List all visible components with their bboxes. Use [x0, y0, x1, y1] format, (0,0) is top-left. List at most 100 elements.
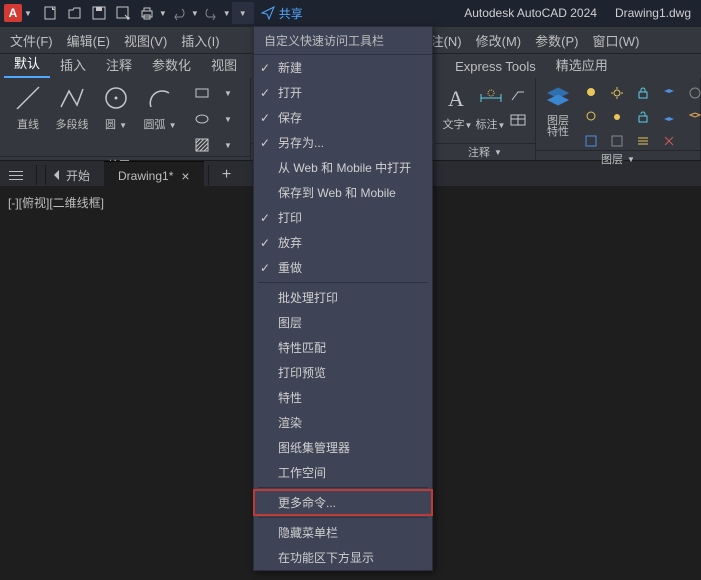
qat-saveas-icon[interactable]	[112, 2, 134, 24]
filetab-start[interactable]: 开始	[50, 161, 104, 189]
btn-draw-more2[interactable]: ▼	[217, 108, 239, 130]
menu-item[interactable]: 隐藏菜单栏	[254, 520, 432, 545]
menu-view[interactable]: 视图(V)	[124, 31, 167, 50]
layer-isolate-icon[interactable]	[580, 130, 602, 152]
layer-delete-icon[interactable]	[658, 130, 680, 152]
btn-arc-label: 圆弧 ▼	[144, 116, 177, 132]
qat-redo-icon[interactable]	[200, 2, 222, 24]
title-bar: A ▼ ▼ ▼ ▼ ▼ 共享 Autodesk AutoCAD 2024 Dra…	[0, 0, 701, 26]
filetab-menu-icon[interactable]	[0, 161, 32, 189]
menu-item[interactable]: 更多命令...	[254, 490, 432, 515]
filetab-add[interactable]: +	[213, 161, 241, 189]
redo-caret-icon[interactable]: ▼	[223, 9, 231, 18]
qat-save-icon[interactable]	[88, 2, 110, 24]
menu-item[interactable]: 图纸集管理器	[254, 435, 432, 460]
close-icon[interactable]: ×	[181, 168, 189, 184]
menu-item[interactable]: 打开	[254, 80, 432, 105]
layer-match-icon[interactable]	[658, 106, 680, 128]
rectangle-icon[interactable]	[191, 82, 213, 104]
layer-unisolate-icon[interactable]	[606, 130, 628, 152]
menu-separator	[258, 487, 428, 488]
menu-item[interactable]: 图层	[254, 310, 432, 335]
qat-print-icon[interactable]	[136, 2, 158, 24]
layer-make-current-icon[interactable]	[658, 82, 680, 104]
qat-customize-menu: 自定义快速访问工具栏 新建打开保存另存为...从 Web 和 Mobile 中打…	[253, 26, 433, 571]
btn-line[interactable]: 直线	[6, 82, 50, 132]
menu-item[interactable]: 保存到 Web 和 Mobile	[254, 180, 432, 205]
panel-annotate-title[interactable]: 注释 ▼	[435, 143, 535, 160]
menu-item[interactable]: 打印	[254, 205, 432, 230]
qat-customize-icon[interactable]: ▼	[232, 2, 254, 24]
tab-annotate[interactable]: 注释	[96, 51, 142, 78]
tab-insert[interactable]: 插入	[50, 51, 96, 78]
menu-item[interactable]: 批处理打印	[254, 285, 432, 310]
btn-draw-more[interactable]: ▼	[217, 82, 239, 104]
table-icon[interactable]	[507, 109, 529, 131]
bulb-on-icon[interactable]	[580, 82, 602, 104]
btn-dim-label: 标注▼	[476, 116, 506, 132]
menu-item[interactable]: 从 Web 和 Mobile 中打开	[254, 155, 432, 180]
menu-item[interactable]: 在功能区下方显示	[254, 545, 432, 570]
undo-caret-icon[interactable]: ▼	[191, 9, 199, 18]
btn-layer-prop[interactable]: 图层 特性	[542, 82, 574, 138]
menu-item[interactable]: 放弃	[254, 230, 432, 255]
tab-param[interactable]: 参数化	[142, 51, 201, 78]
menu-modify[interactable]: 修改(M)	[476, 31, 522, 50]
qat-separator	[35, 4, 36, 22]
print-caret-icon[interactable]: ▼	[159, 9, 167, 18]
menu-insert[interactable]: 插入(I)	[181, 31, 219, 50]
qat-undo-icon[interactable]	[168, 2, 190, 24]
panel-layers-title[interactable]: 图层 ▼	[536, 150, 700, 167]
menu-window[interactable]: 窗口(W)	[592, 31, 639, 50]
btn-draw-more3[interactable]: ▼	[217, 134, 239, 156]
btn-line-label: 直线	[17, 116, 39, 132]
share-button[interactable]: 共享	[261, 5, 303, 22]
menu-item[interactable]: 特性	[254, 385, 432, 410]
layer-merge-icon[interactable]	[632, 130, 654, 152]
menu-param[interactable]: 参数(P)	[535, 31, 578, 50]
tab-view[interactable]: 视图	[201, 51, 247, 78]
viewport-label[interactable]: [-][俯视][二维线框]	[8, 194, 104, 211]
layer-tool-grid	[580, 82, 701, 150]
menu-item[interactable]: 打印预览	[254, 360, 432, 385]
menu-item[interactable]: 特性匹配	[254, 335, 432, 360]
btn-circle[interactable]: 圆 ▼	[94, 82, 138, 132]
menu-item[interactable]: 保存	[254, 105, 432, 130]
menu-file[interactable]: 文件(F)	[10, 31, 53, 50]
hatch-icon[interactable]	[191, 134, 213, 156]
layer-prev-icon[interactable]	[684, 106, 701, 128]
layer-off-icon[interactable]	[580, 106, 602, 128]
menu-item[interactable]: 另存为...	[254, 130, 432, 155]
btn-dim[interactable]: 标注▼	[474, 82, 507, 132]
menu-item[interactable]: 重做	[254, 255, 432, 280]
menu-item[interactable]: 新建	[254, 55, 432, 80]
btn-polyline-label: 多段线	[56, 116, 89, 132]
layer-thaw-icon[interactable]	[606, 106, 628, 128]
menu-separator	[258, 517, 428, 518]
sun-icon[interactable]	[606, 82, 628, 104]
layer-state-icon[interactable]	[684, 82, 701, 104]
lock-icon[interactable]	[632, 82, 654, 104]
tab-default[interactable]: 默认	[4, 49, 50, 78]
menu-edit[interactable]: 编辑(E)	[67, 31, 110, 50]
btn-arc[interactable]: 圆弧 ▼	[138, 82, 182, 132]
polyline-icon	[56, 82, 88, 114]
menu-item[interactable]: 工作空间	[254, 460, 432, 485]
ellipse-icon[interactable]	[191, 108, 213, 130]
btn-polyline[interactable]: 多段线	[50, 82, 94, 132]
app-badge[interactable]: A	[4, 4, 22, 22]
qat-open-icon[interactable]	[64, 2, 86, 24]
dimension-icon	[475, 82, 507, 114]
arc-icon	[144, 82, 176, 114]
leader-icon[interactable]	[507, 84, 529, 106]
qat-new-icon[interactable]	[40, 2, 62, 24]
qat-menu-title: 自定义快速访问工具栏	[254, 27, 432, 55]
filetab-sep	[36, 165, 37, 185]
menu-item[interactable]: 渲染	[254, 410, 432, 435]
tab-express[interactable]: Express Tools	[445, 55, 546, 78]
btn-circle-label: 圆 ▼	[105, 116, 127, 132]
btn-text[interactable]: A 文字▼	[441, 82, 474, 132]
tab-featured[interactable]: 精选应用	[546, 51, 618, 78]
app-menu-caret-icon[interactable]: ▼	[24, 9, 32, 18]
unlock-icon[interactable]	[632, 106, 654, 128]
